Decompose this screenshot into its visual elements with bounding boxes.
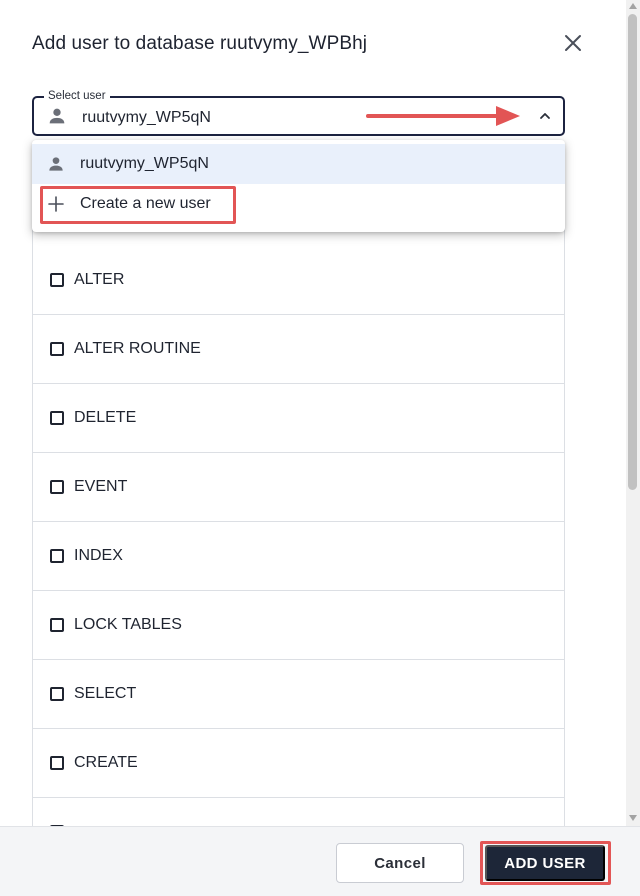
privilege-label: CREATE [74,754,138,771]
select-user-value: ruutvymy_WP5qN [82,109,211,126]
add-user-dialog: Add user to database ruutvymy_WPBhj Sele… [0,0,640,896]
privilege-label: LOCK TABLES [74,616,182,633]
dropdown-item-label: Create a new user [80,195,211,212]
privilege-label: ALTER ROUTINE [74,340,201,357]
privilege-label: EVENT [74,478,128,495]
dropdown-item-existing-user[interactable]: ruutvymy_WP5qN [32,144,565,184]
privilege-row[interactable]: ALTER ROUTINE [33,315,564,384]
privilege-label: SELECT [74,685,137,702]
annotation-arrow-icon [366,106,520,126]
privilege-checkbox[interactable] [50,480,64,494]
privilege-checkbox[interactable] [50,756,64,770]
privilege-row-partial[interactable] [33,798,564,826]
dialog-title: Add user to database ruutvymy_WPBhj [32,33,368,54]
privilege-row[interactable]: EVENT [33,453,564,522]
privilege-label: DELETE [74,409,137,426]
scroll-down-arrow-icon[interactable] [628,814,638,822]
cancel-button[interactable]: Cancel [336,843,464,883]
dialog-footer: Cancel ADD USER [0,826,640,896]
privilege-checkbox[interactable] [50,411,64,425]
privilege-row[interactable]: INDEX [33,522,564,591]
privilege-row[interactable]: DELETE [33,384,564,453]
privilege-checkbox[interactable] [50,342,64,356]
privilege-label: INDEX [74,547,123,564]
dropdown-item-label: ruutvymy_WP5qN [80,155,209,172]
privilege-checkbox[interactable] [50,549,64,563]
privilege-row[interactable]: LOCK TABLES [33,591,564,660]
privilege-label: ALTER [74,271,125,288]
scrollbar-thumb[interactable] [628,14,637,490]
person-icon [49,157,63,171]
privilege-checkbox[interactable] [50,687,64,701]
user-dropdown-menu: ruutvymy_WP5qN Create a new user [32,140,565,232]
scroll-up-arrow-icon[interactable] [628,2,638,10]
add-user-button[interactable]: ADD USER [485,845,605,881]
plus-icon [48,196,64,212]
chevron-up-icon[interactable] [538,109,552,123]
privileges-list: ALTER ALTER ROUTINE DELETE EVENT INDEX L… [32,200,565,826]
dropdown-item-create-user[interactable]: Create a new user [32,184,565,224]
privilege-row[interactable]: CREATE [33,729,564,798]
select-user-label: Select user [44,89,110,103]
privilege-row[interactable]: SELECT [33,660,564,729]
privilege-checkbox[interactable] [50,273,64,287]
person-icon [49,108,65,124]
privilege-checkbox[interactable] [50,618,64,632]
close-button[interactable] [560,30,586,56]
close-icon [565,35,581,51]
privilege-row[interactable]: ALTER [33,246,564,315]
